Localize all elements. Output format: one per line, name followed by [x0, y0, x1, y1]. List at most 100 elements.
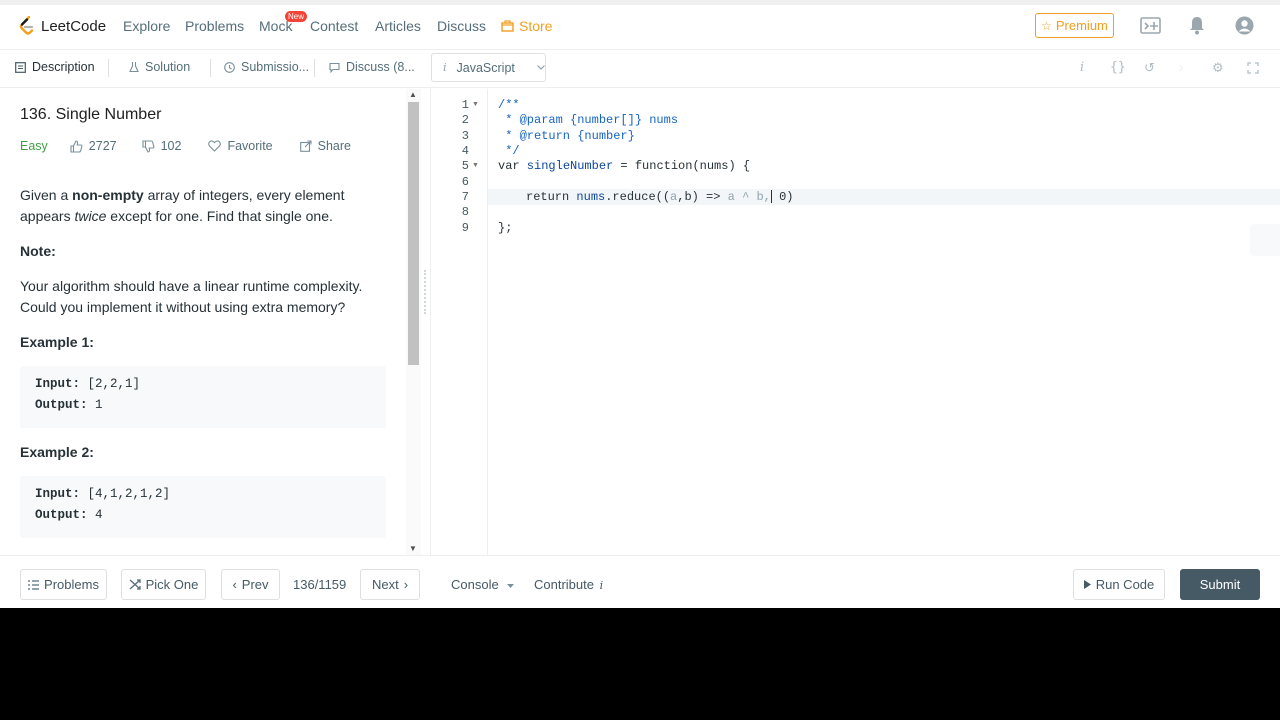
splitter-handle-icon[interactable]	[424, 270, 427, 314]
console-toggle[interactable]: Console	[451, 577, 515, 592]
share-label: Share	[317, 139, 351, 153]
tab-divider	[210, 59, 211, 77]
contribute-label: Contribute	[534, 577, 594, 592]
nav-contest[interactable]: Contest	[310, 18, 358, 34]
tab-submissions[interactable]: Submissio...	[224, 60, 309, 74]
logo[interactable]: LeetCode	[19, 16, 106, 36]
braces-icon[interactable]: {}	[1110, 60, 1126, 75]
scroll-down-arrow-icon[interactable]: ▼	[409, 545, 417, 553]
dislike-button[interactable]: 102	[142, 139, 182, 153]
input-label: Input:	[35, 487, 81, 501]
identifier-token: singleNumber	[519, 159, 614, 173]
line-number: 4	[461, 144, 469, 158]
pick-one-button[interactable]: Pick One	[121, 569, 206, 600]
next-button[interactable]: Next ›	[360, 569, 420, 600]
output-label: Output:	[35, 508, 88, 522]
play-icon	[1083, 580, 1091, 589]
star-icon: ☆	[1041, 18, 1052, 33]
tab-description[interactable]: Description	[15, 60, 95, 74]
run-code-label: Run Code	[1095, 577, 1155, 592]
code-line-3: * @return {number}	[498, 129, 635, 143]
scroll-up-arrow-icon[interactable]: ▲	[409, 91, 417, 99]
scrollbar-thumb[interactable]	[408, 102, 419, 365]
navbar: LeetCode Explore Problems Mock New Conte…	[0, 5, 1280, 50]
code-token: a ^ b,	[727, 190, 771, 204]
problem-meta-row: Easy 2727 102 Favorite Share	[20, 138, 351, 154]
share-button[interactable]: Share	[299, 139, 351, 153]
statement-text: except for one. Find that single one.	[106, 208, 333, 224]
leetcode-app: LeetCode Explore Problems Mock New Conte…	[0, 0, 1280, 608]
difficulty-badge: Easy	[20, 139, 48, 153]
prev-label: Prev	[241, 577, 269, 592]
thumbs-up-icon	[70, 139, 83, 153]
editor-info-icon[interactable]: i	[1080, 60, 1084, 75]
premium-button[interactable]: ☆ Premium	[1035, 13, 1114, 38]
line-number: 6	[461, 175, 469, 189]
tab-discuss-label: Discuss (8...	[346, 60, 415, 74]
fold-arrow-icon[interactable]: ▼	[472, 101, 479, 108]
keyword-token: return	[526, 190, 570, 204]
tab-solution-label: Solution	[145, 60, 191, 74]
notification-bell-icon[interactable]	[1189, 16, 1205, 35]
submit-button[interactable]: Submit	[1180, 569, 1260, 600]
store-label: Store	[519, 18, 553, 34]
tab-solution[interactable]: Solution	[129, 60, 190, 74]
code-editor[interactable]: 1 2 3 4 5 6 7 8 9 ▼ ▼ /** * @param {numb…	[431, 89, 1280, 555]
user-avatar-icon[interactable]	[1235, 16, 1254, 35]
run-code-button[interactable]: Run Code	[1073, 569, 1165, 600]
leetcode-logo-icon	[19, 16, 34, 35]
statement-bold: non-empty	[72, 187, 144, 203]
code-line-5: var singleNumber = function(nums) {	[498, 159, 750, 173]
document-icon	[15, 61, 26, 73]
settings-gear-icon[interactable]: ⚙	[1212, 60, 1224, 76]
tab-submissions-label: Submissio...	[241, 60, 310, 74]
new-badge: New	[285, 11, 308, 22]
likes-count: 2727	[88, 139, 117, 153]
prev-button[interactable]: ‹ Prev	[221, 569, 280, 600]
playground-icon[interactable]	[1140, 17, 1162, 35]
line-number: 2	[461, 113, 469, 127]
example-1-box: Input: [2,2,1] Output: 1	[20, 366, 386, 428]
code-line-1: /**	[498, 98, 520, 112]
contribute-link[interactable]: Contribute i	[534, 577, 603, 592]
heart-icon	[208, 140, 222, 152]
line-number: 8	[461, 205, 469, 219]
fullscreen-icon[interactable]	[1247, 62, 1259, 74]
list-icon	[28, 579, 40, 590]
favorite-button[interactable]: Favorite	[208, 139, 273, 153]
nav-store[interactable]: Store	[501, 18, 552, 34]
pane-splitter[interactable]	[422, 89, 431, 555]
fold-arrow-icon[interactable]: ▼	[472, 162, 479, 169]
line-number: 1	[461, 98, 469, 112]
tab-discuss[interactable]: Discuss (8...	[329, 60, 415, 74]
problem-statement: Given a non-empty array of integers, eve…	[20, 185, 390, 227]
flask-icon	[129, 62, 139, 73]
output-value: 4	[87, 508, 103, 522]
output-label: Output:	[35, 398, 88, 412]
like-button[interactable]: 2727	[70, 139, 117, 153]
premium-label: Premium	[1055, 18, 1108, 33]
footer-bar: Problems Pick One ‹ Prev 136/1159 Next ›…	[0, 555, 1280, 608]
code-line-4: */	[498, 144, 520, 158]
nav-articles[interactable]: Articles	[375, 18, 421, 34]
line-number: 9	[461, 221, 469, 235]
shuffle-icon	[129, 579, 141, 590]
example-2-heading: Example 2:	[20, 444, 94, 460]
favorite-label: Favorite	[227, 139, 273, 153]
reset-icon[interactable]: ↺	[1144, 60, 1155, 76]
dislikes-count: 102	[160, 139, 182, 153]
problems-list-button[interactable]: Problems	[20, 569, 107, 600]
clock-icon	[224, 61, 235, 73]
nav-explore[interactable]: Explore	[123, 18, 170, 34]
nav-discuss[interactable]: Discuss	[437, 18, 486, 34]
pick-one-label: Pick One	[145, 577, 199, 592]
nav-problems[interactable]: Problems	[185, 18, 244, 34]
keyword-token: var	[498, 159, 520, 173]
problem-tab-bar: Description Solution Submissio... Discus…	[0, 50, 1280, 88]
language-select[interactable]: i JavaScript	[431, 53, 546, 82]
store-icon	[501, 20, 514, 32]
code-token: = function(nums) {	[613, 159, 751, 173]
side-panel-toggle[interactable]	[1250, 224, 1280, 256]
code-token: 0)	[771, 190, 794, 204]
note-heading: Note:	[20, 243, 56, 259]
